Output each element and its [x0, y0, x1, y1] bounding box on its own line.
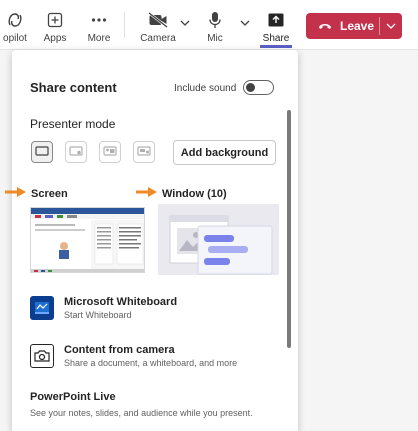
- share-button[interactable]: Share: [260, 0, 292, 48]
- mic-label: Mic: [207, 33, 223, 44]
- presenter-mode-label: Presenter mode: [30, 117, 116, 131]
- leave-label: Leave: [340, 19, 375, 33]
- orange-arrow-icon: [5, 187, 26, 197]
- mic-button[interactable]: Mic: [201, 0, 229, 48]
- mic-options-chevron-down-icon[interactable]: [238, 16, 252, 30]
- screen-share-thumbnail[interactable]: [30, 207, 145, 273]
- toolbar-divider: [124, 12, 125, 38]
- hang-up-icon: [318, 19, 332, 33]
- more-label: More: [87, 33, 111, 44]
- copilot-icon: [6, 10, 24, 30]
- camera-button[interactable]: Camera: [139, 0, 177, 48]
- panel-scrollbar[interactable]: [287, 110, 291, 348]
- copilot-button[interactable]: opilot: [0, 0, 30, 48]
- whiteboard-title: Microsoft Whiteboard: [64, 296, 178, 308]
- camera-options-chevron-down-icon[interactable]: [178, 16, 192, 30]
- leave-button[interactable]: Leave: [306, 13, 402, 39]
- standout-icon: [69, 143, 83, 161]
- more-button[interactable]: More: [83, 0, 115, 48]
- camera-label: Camera: [140, 33, 176, 44]
- orange-arrow-icon: [136, 187, 157, 197]
- content-from-camera-item[interactable]: Content from camera Share a document, a …: [30, 344, 237, 368]
- include-sound-label: Include sound: [174, 83, 237, 94]
- more-icon: [91, 10, 107, 30]
- panel-title: Share content: [30, 80, 117, 95]
- include-sound-toggle[interactable]: [243, 80, 274, 95]
- presenter-mode-side-by-side-button[interactable]: [99, 141, 121, 163]
- powerpoint-live-subtitle: See your notes, slides, and audience whi…: [30, 408, 253, 418]
- share-label: Share: [262, 33, 290, 44]
- meeting-toolbar: opilot Apps More Camera Mic Share Leave: [0, 0, 418, 50]
- side-by-side-icon: [103, 143, 117, 161]
- apps-button[interactable]: Apps: [40, 0, 70, 48]
- leave-options-chevron-down-icon[interactable]: [386, 19, 398, 33]
- window-section-label: Window (10): [162, 188, 227, 200]
- add-app-icon: [47, 10, 63, 30]
- powerpoint-live-title[interactable]: PowerPoint Live: [30, 391, 116, 403]
- window-preview-image: [158, 204, 279, 275]
- window-share-thumbnail[interactable]: [158, 204, 279, 275]
- content-from-camera-subtitle: Share a document, a whiteboard, and more: [64, 358, 238, 368]
- reporter-icon: [137, 143, 151, 161]
- apps-label: Apps: [43, 33, 67, 44]
- whiteboard-icon: [30, 296, 54, 320]
- content-only-icon: [35, 143, 49, 161]
- content-from-camera-title: Content from camera: [64, 344, 175, 356]
- whiteboard-subtitle: Start Whiteboard: [64, 310, 132, 320]
- leave-divider: [379, 17, 380, 35]
- presenter-mode-reporter-button[interactable]: [133, 141, 155, 163]
- camera-off-icon: [148, 10, 168, 30]
- camera-content-icon: [30, 344, 54, 368]
- presenter-mode-content-only-button[interactable]: [31, 141, 53, 163]
- toggle-knob: [246, 83, 255, 92]
- presenter-mode-standout-button[interactable]: [65, 141, 87, 163]
- whiteboard-item[interactable]: Microsoft Whiteboard Start Whiteboard: [30, 296, 177, 320]
- add-background-button[interactable]: Add background: [173, 140, 276, 165]
- copilot-label: opilot: [3, 33, 27, 44]
- share-screen-icon: [268, 10, 284, 30]
- screen-preview-image: [31, 208, 144, 272]
- microphone-icon: [208, 10, 222, 30]
- screen-section-label: Screen: [31, 188, 68, 200]
